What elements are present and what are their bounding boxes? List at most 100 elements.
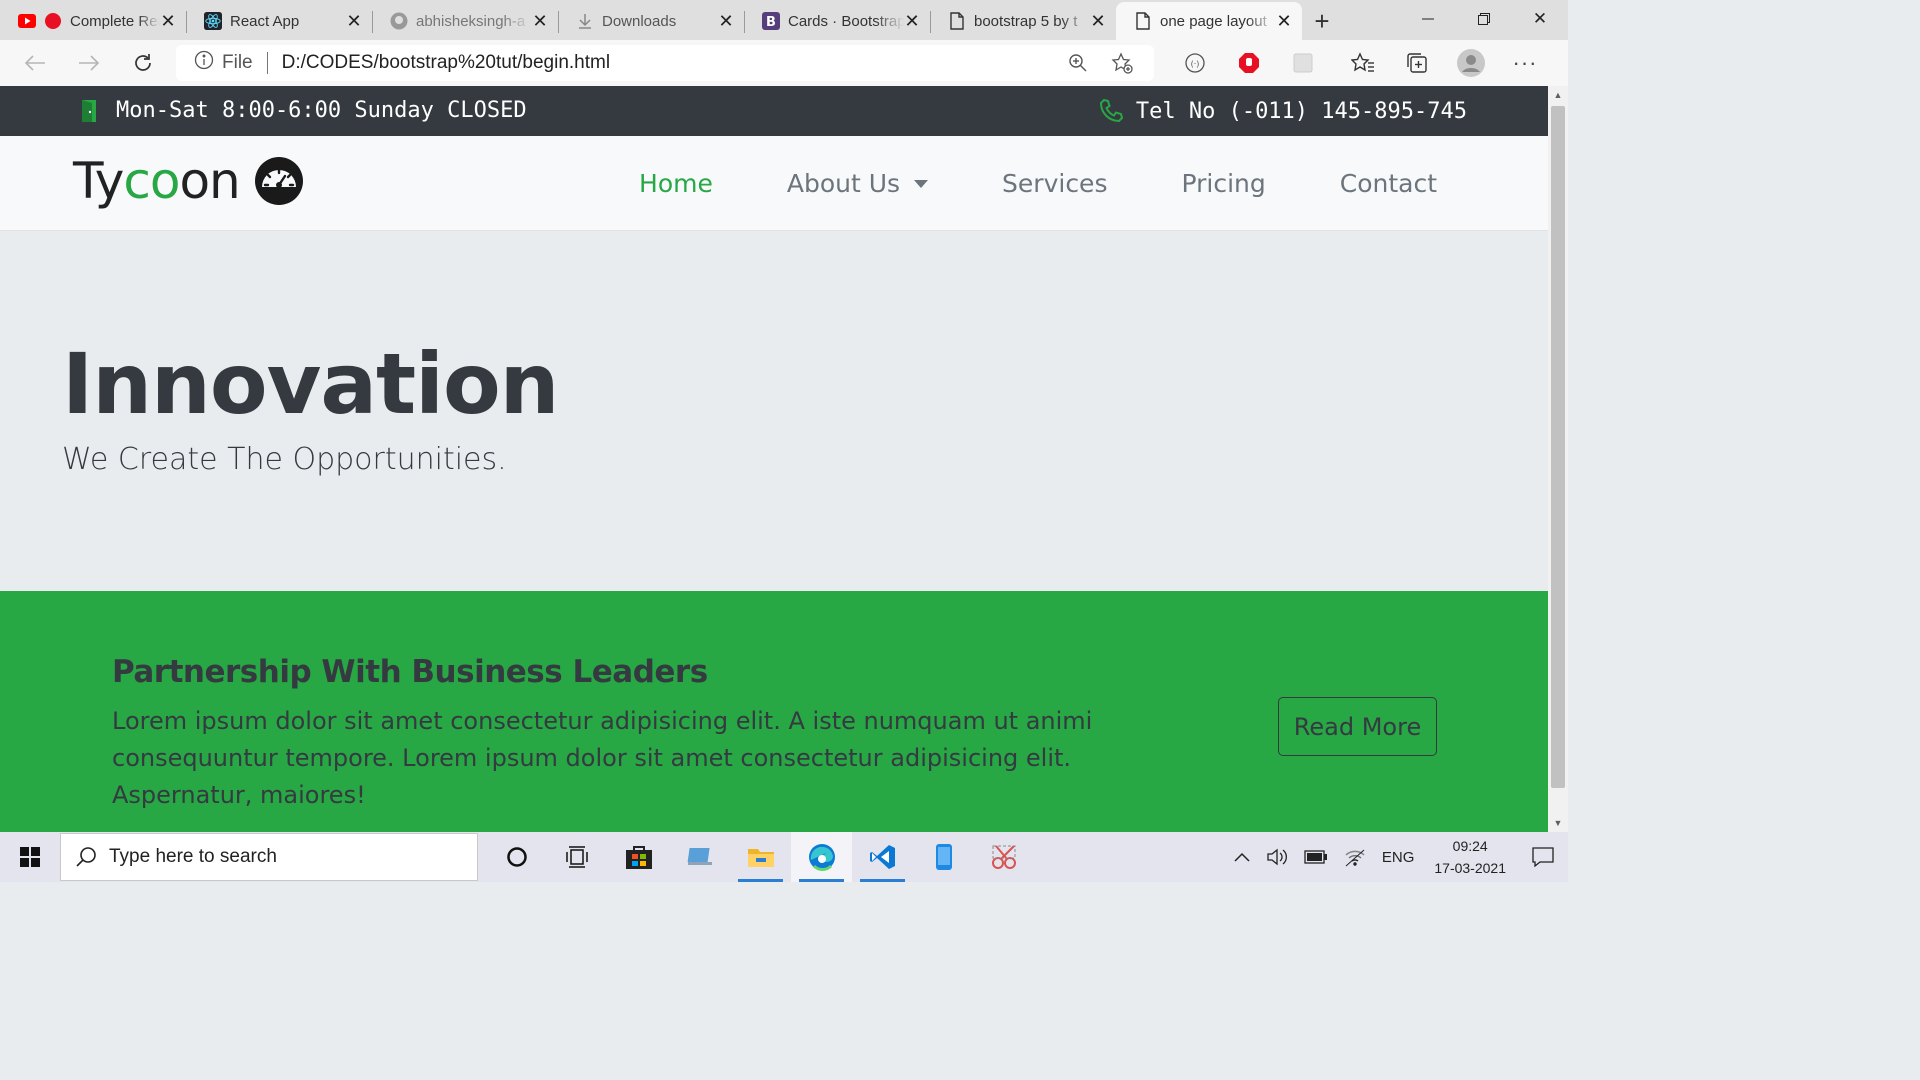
browser-tab[interactable]: Complete React ✕ <box>0 2 186 40</box>
tab-title: abhisheksingh-a <box>416 12 526 30</box>
browser-tab[interactable]: bootstrap 5 by t ✕ <box>930 2 1116 40</box>
read-more-button[interactable]: Read More <box>1278 697 1437 756</box>
info-icon[interactable] <box>194 50 214 76</box>
close-icon[interactable]: ✕ <box>904 11 920 31</box>
page-scrollbar[interactable]: ▲ ▼ <box>1548 86 1568 832</box>
notifications-icon[interactable] <box>1518 832 1568 882</box>
window-controls: ✕ <box>1400 0 1568 38</box>
browser-tab[interactable]: abhisheksingh-a ✕ <box>372 2 558 40</box>
browser-tab-active[interactable]: one page layout ✕ <box>1116 2 1302 40</box>
react-icon <box>204 12 222 30</box>
wifi-icon[interactable] <box>1336 832 1374 882</box>
address-bar[interactable]: File D:/CODES/bootstrap%20tut/begin.html <box>176 45 1154 81</box>
bootstrap-icon: B <box>762 12 780 30</box>
clock-date: 17-03-2021 <box>1434 860 1506 876</box>
adblock-icon[interactable] <box>1222 40 1276 86</box>
forward-button[interactable] <box>64 40 114 86</box>
task-view-icon[interactable] <box>547 832 608 882</box>
start-button[interactable] <box>0 832 60 882</box>
url-text[interactable]: D:/CODES/bootstrap%20tut/begin.html <box>282 52 610 74</box>
brand-logo[interactable]: Ty co on <box>73 152 304 210</box>
nav-link-pricing[interactable]: Pricing <box>1181 169 1265 198</box>
search-icon <box>76 847 96 867</box>
add-favorite-icon[interactable] <box>1100 49 1144 77</box>
zoom-icon[interactable] <box>1056 49 1100 77</box>
nav-link-home[interactable]: Home <box>639 169 713 198</box>
browser-tab[interactable]: Downloads ✕ <box>558 2 744 40</box>
close-icon[interactable]: ✕ <box>160 11 176 31</box>
door-open-icon <box>82 99 96 122</box>
file-icon <box>948 12 966 30</box>
profile-avatar-icon[interactable] <box>1444 40 1498 86</box>
github-icon <box>390 12 408 30</box>
speedometer-icon <box>254 157 303 205</box>
reload-button[interactable] <box>118 40 168 86</box>
svg-text:(·): (·) <box>1191 60 1200 69</box>
browser-tab[interactable]: B Cards · Bootstrap ✕ <box>744 2 930 40</box>
caret-down-icon <box>914 179 929 188</box>
favorites-icon[interactable] <box>1336 40 1390 86</box>
extension-puzzle-icon[interactable] <box>1276 40 1330 86</box>
brand-text-part: on <box>179 152 240 210</box>
phone-app-icon[interactable] <box>913 832 974 882</box>
extension-icon[interactable]: (·) <box>1168 40 1222 86</box>
hours-text: Mon-Sat 8:00-6:00 Sunday CLOSED <box>116 98 527 123</box>
close-window-button[interactable]: ✕ <box>1512 0 1568 38</box>
scrollbar-thumb[interactable] <box>1551 106 1565 788</box>
more-menu-icon[interactable]: ··· <box>1498 40 1552 86</box>
close-icon[interactable]: ✕ <box>1276 11 1292 31</box>
clock-time: 09:24 <box>1452 838 1488 854</box>
hero-subtitle: We Create The Opportunities. <box>62 442 507 477</box>
show-hidden-icons-chevron-icon[interactable] <box>1226 832 1258 882</box>
page-viewport: Mon-Sat 8:00-6:00 Sunday CLOSED Tel No (… <box>0 86 1548 832</box>
main-nav: Home About Us Services Pricing Contact <box>565 169 1437 198</box>
close-icon[interactable]: ✕ <box>1090 11 1106 31</box>
collections-icon[interactable] <box>1390 40 1444 86</box>
opening-hours: Mon-Sat 8:00-6:00 Sunday CLOSED <box>80 98 527 123</box>
close-icon[interactable]: ✕ <box>346 11 362 31</box>
back-button[interactable] <box>10 40 60 86</box>
clock[interactable]: 09:24 17-03-2021 <box>1422 832 1518 882</box>
tab-title: Downloads <box>602 12 677 30</box>
record-dot-icon <box>44 12 62 30</box>
svg-text:B: B <box>766 15 776 30</box>
store-icon[interactable] <box>608 832 669 882</box>
brand-text-part: Ty <box>73 152 124 210</box>
close-icon[interactable]: ✕ <box>532 11 548 31</box>
partnership-section: Partnership With Business Leaders Lorem … <box>0 591 1548 832</box>
vscode-icon[interactable] <box>852 832 913 882</box>
battery-icon[interactable] <box>1296 832 1336 882</box>
edge-browser-icon[interactable] <box>791 832 852 882</box>
nav-link-contact[interactable]: Contact <box>1340 169 1437 198</box>
info-topbar: Mon-Sat 8:00-6:00 Sunday CLOSED Tel No (… <box>0 86 1548 136</box>
hero-title: Innovation <box>62 335 559 433</box>
tab-title: Cards · Bootstrap <box>788 12 904 30</box>
scroll-down-arrow-icon[interactable]: ▼ <box>1548 814 1568 832</box>
telephone-icon <box>1099 98 1123 123</box>
nav-dropdown-about[interactable]: About Us <box>786 169 929 198</box>
tab-title: React App <box>230 12 300 30</box>
file-icon <box>1134 12 1152 30</box>
cortana-icon[interactable] <box>486 832 547 882</box>
snipping-tool-icon[interactable] <box>974 832 1035 882</box>
minimize-button[interactable] <box>1400 0 1456 38</box>
taskbar-search-box[interactable]: Type here to search <box>60 833 478 881</box>
site-navbar: Ty co on Home About Us Services Pricing … <box>0 136 1548 231</box>
nav-link-about-label: About Us <box>786 169 901 198</box>
nav-link-services[interactable]: Services <box>1002 169 1107 198</box>
divider <box>266 52 268 74</box>
scroll-up-arrow-icon[interactable]: ▲ <box>1548 86 1568 104</box>
browser-tab[interactable]: React App ✕ <box>186 2 372 40</box>
input-language[interactable]: ENG <box>1374 832 1423 882</box>
restore-button[interactable] <box>1456 0 1512 38</box>
tab-title: one page layout <box>1160 12 1267 30</box>
partnership-heading: Partnership With Business Leaders <box>112 654 708 690</box>
close-icon[interactable]: ✕ <box>718 11 734 31</box>
file-explorer-icon[interactable] <box>730 832 791 882</box>
download-icon <box>576 12 594 30</box>
windows-taskbar: Type here to search ENG 09:24 17-03-2021 <box>0 832 1568 882</box>
phone-number: Tel No (-011) 145-895-745 <box>1098 98 1467 124</box>
new-tab-button[interactable]: + <box>1302 2 1342 40</box>
volume-icon[interactable] <box>1258 832 1296 882</box>
laptop-app-icon[interactable] <box>669 832 730 882</box>
